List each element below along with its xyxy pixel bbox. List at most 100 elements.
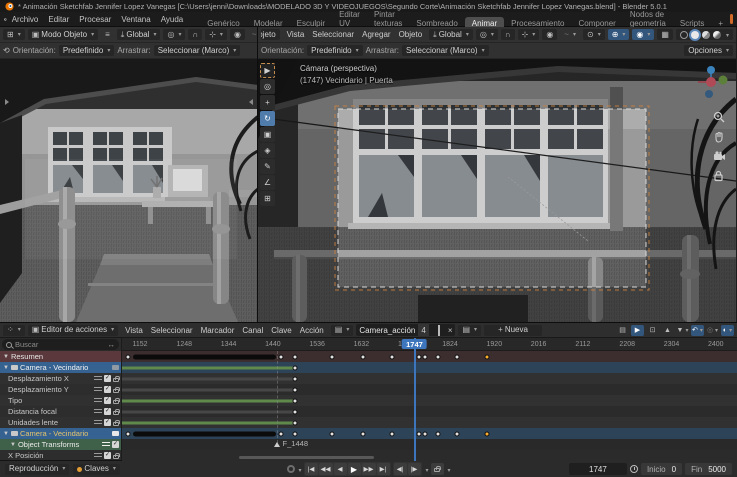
- keyframe[interactable]: [292, 431, 298, 436]
- next-keyframe-button[interactable]: ▶▶: [361, 463, 376, 475]
- horizontal-scrollbar[interactable]: [238, 456, 375, 459]
- keying-menu[interactable]: Claves: [73, 463, 120, 475]
- overlays-dropdown[interactable]: ◉: [632, 29, 655, 40]
- snap-target-left[interactable]: ⊹: [205, 29, 227, 40]
- channel-search-box[interactable]: Buscar ↔: [2, 339, 119, 350]
- z-neg-handle[interactable]: [705, 90, 713, 98]
- keyframe[interactable]: [292, 398, 298, 403]
- filter-funnel-icon[interactable]: ▼: [676, 325, 689, 336]
- modifier-icon[interactable]: [94, 386, 102, 393]
- mode-dropdown-right[interactable]: Modo Objeto: [261, 29, 280, 40]
- frame-start-field[interactable]: Inicio 0: [640, 463, 683, 475]
- jump-to-start-button[interactable]: |◀: [304, 463, 318, 475]
- action-name-field[interactable]: Camera_acción: [356, 324, 418, 336]
- viewport-menu-vista[interactable]: Vista: [283, 29, 309, 40]
- snap-toggle-left[interactable]: ∩: [188, 29, 203, 40]
- navigation-gizmo[interactable]: [694, 65, 728, 99]
- z-axis-handle[interactable]: [707, 66, 715, 74]
- lock-icon[interactable]: [113, 376, 120, 382]
- keyframe[interactable]: [329, 431, 335, 436]
- transform-orientation-right[interactable]: ⤓ Global: [429, 29, 473, 40]
- step-forward-button[interactable]: |▶: [407, 463, 421, 475]
- keyframe[interactable]: [292, 387, 298, 392]
- keyframe-row-0[interactable]: [122, 351, 737, 362]
- shading-solid-icon[interactable]: [690, 30, 699, 39]
- y-axis-handle[interactable]: [718, 75, 728, 85]
- window[interactable]: [348, 99, 613, 229]
- record-button[interactable]: [286, 465, 295, 473]
- lock-icon[interactable]: [113, 453, 120, 459]
- modifier-icon[interactable]: [94, 452, 102, 459]
- menu-ayuda[interactable]: Ayuda: [156, 14, 189, 25]
- orientation-dropdown-left[interactable]: Predefinido: [58, 45, 115, 56]
- menu-archivo[interactable]: Archivo: [7, 14, 44, 25]
- timeline-ruler[interactable]: 1152124813441440153616321728182419202016…: [122, 338, 737, 351]
- proportional-edit-left[interactable]: ◉: [229, 29, 245, 40]
- keyframe[interactable]: [389, 354, 395, 359]
- keyframe[interactable]: [422, 431, 428, 436]
- channel-row-object-transforms-8[interactable]: ▼ Object Transforms ✓: [0, 439, 121, 450]
- lock-options[interactable]: [446, 465, 451, 474]
- dopesheet-menu-clave[interactable]: Clave: [267, 325, 295, 336]
- keyframe[interactable]: [360, 354, 366, 359]
- keyframe[interactable]: [435, 354, 441, 359]
- visibility-dropdown[interactable]: ⊙: [582, 29, 605, 40]
- channel-row-tipo-4[interactable]: Tipo ✓: [0, 395, 121, 406]
- viewport-menu-objeto[interactable]: Objeto: [395, 29, 427, 40]
- viewport-menu-seleccionar[interactable]: Seleccionar: [308, 29, 358, 40]
- editor-type-button[interactable]: ⁘: [3, 324, 25, 336]
- drag-dropdown-left[interactable]: Seleccionar (Marco): [153, 45, 241, 56]
- modifier-icon[interactable]: [102, 441, 110, 448]
- keyframe-row-3[interactable]: [122, 384, 737, 395]
- keyframe[interactable]: [422, 354, 428, 359]
- keyframe-row-4[interactable]: [122, 395, 737, 406]
- options-button[interactable]: Opciones: [684, 45, 733, 56]
- scale-tool[interactable]: ▣: [260, 127, 275, 142]
- transform-gizmo-icon[interactable]: ⊡: [646, 325, 659, 336]
- keyframe-row-6[interactable]: [122, 417, 737, 428]
- keyframe-row-5[interactable]: [122, 406, 737, 417]
- channel-row-desplazamiento-y-3[interactable]: Desplazamiento Y ✓: [0, 384, 121, 395]
- expand-icon[interactable]: ▼: [3, 431, 9, 437]
- measure-tool[interactable]: ∠: [260, 175, 275, 190]
- keyframe[interactable]: [278, 354, 284, 359]
- channel-enable-checkbox[interactable]: ✓: [104, 452, 111, 459]
- record-options[interactable]: [296, 465, 301, 474]
- viewport-3d-left[interactable]: [0, 59, 257, 322]
- dopesheet-menu-acci-n[interactable]: Acción: [296, 325, 328, 336]
- expand-icon[interactable]: ▼: [3, 354, 9, 360]
- keyframe[interactable]: [435, 431, 441, 436]
- keyframe[interactable]: [416, 431, 422, 436]
- keyframe[interactable]: [292, 420, 298, 425]
- falloff-left[interactable]: ~: [248, 29, 257, 40]
- dopesheet-menu-vista[interactable]: Vista: [121, 325, 147, 336]
- modifier-icon[interactable]: [94, 408, 102, 415]
- transform-tool[interactable]: ◈: [260, 143, 275, 158]
- proportional-edit-right[interactable]: ◉: [542, 29, 558, 40]
- modifier-icon[interactable]: [94, 375, 102, 382]
- channel-row-desplazamiento-x-2[interactable]: Desplazamiento X ✓: [0, 373, 121, 384]
- keyframe[interactable]: [454, 431, 460, 436]
- overlay-sphere-icon[interactable]: ◐: [721, 324, 734, 336]
- rotate-tool[interactable]: ↻: [260, 111, 275, 126]
- slot-dropdown[interactable]: ▤: [458, 324, 482, 336]
- channel-enable-checkbox[interactable]: ✓: [104, 397, 111, 404]
- group-pin-icon[interactable]: [112, 431, 119, 436]
- duplicate-action-button[interactable]: [435, 324, 445, 336]
- keyframe[interactable]: [292, 376, 298, 381]
- dopesheet-menu-canal[interactable]: Canal: [238, 325, 267, 336]
- lock-view-icon[interactable]: [713, 170, 724, 182]
- add-cube-tool[interactable]: ⊞: [260, 191, 275, 206]
- channel-row-unidades-lente-6[interactable]: Unidades lente ✓: [0, 417, 121, 428]
- expand-icon[interactable]: ▼: [10, 442, 16, 448]
- keyframe[interactable]: [416, 354, 422, 359]
- scene-status-icon[interactable]: [730, 14, 733, 24]
- editor-type-button[interactable]: ⊞: [3, 29, 25, 40]
- unlink-action-button[interactable]: ×: [445, 324, 456, 336]
- shading-material-icon[interactable]: [701, 30, 710, 39]
- keyframe[interactable]: [292, 365, 298, 370]
- step-back-button[interactable]: ◀|: [393, 463, 407, 475]
- shading-rendered-icon[interactable]: [712, 30, 721, 39]
- transform-orientation-left[interactable]: ⤓ Global: [116, 29, 161, 40]
- camera-toggle-icon[interactable]: [713, 151, 726, 162]
